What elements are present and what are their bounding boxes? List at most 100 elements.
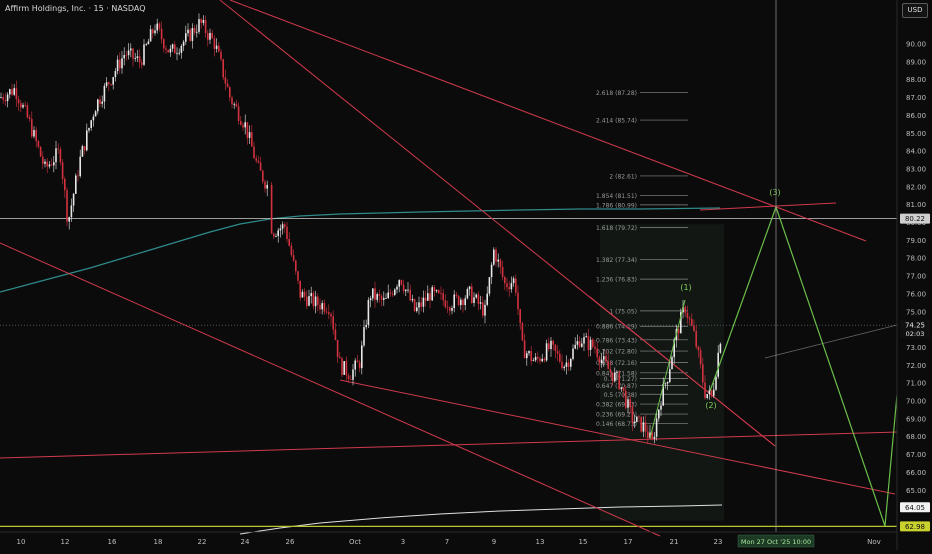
candle-body xyxy=(638,416,640,418)
candle-body xyxy=(620,387,623,390)
candle-body xyxy=(570,358,572,367)
candle-body xyxy=(220,51,222,60)
candle-body xyxy=(363,327,365,346)
x-tick-label: 10 xyxy=(17,538,26,546)
candle-body xyxy=(563,366,565,369)
currency-button[interactable]: USD xyxy=(902,3,928,18)
candle-body xyxy=(68,217,70,222)
candle-body xyxy=(607,361,609,369)
y-tick-label: 85.00 xyxy=(906,130,926,138)
candle-body xyxy=(90,120,92,128)
candle-body xyxy=(81,146,84,157)
candle-body xyxy=(339,357,341,359)
x-tick-label: 21 xyxy=(670,538,679,546)
candle-body xyxy=(44,161,46,164)
candle-body xyxy=(413,299,416,312)
candle-body xyxy=(407,289,409,291)
candle-body xyxy=(132,48,134,59)
candle-body xyxy=(493,249,495,265)
candle-body xyxy=(526,353,528,359)
candle-body xyxy=(37,141,40,147)
candle-body xyxy=(125,55,128,56)
candle-body xyxy=(127,50,130,56)
candle-body xyxy=(105,82,108,86)
candle-body xyxy=(504,277,506,284)
x-tick-label: 16 xyxy=(108,538,117,546)
candle-body xyxy=(11,89,13,95)
candle-body xyxy=(171,44,174,49)
candle-body xyxy=(559,353,561,362)
candle-body xyxy=(165,48,167,50)
candle-body xyxy=(704,382,706,398)
candle-body xyxy=(356,360,359,363)
candle-body xyxy=(64,178,66,191)
candle-body xyxy=(710,390,713,396)
candle-body xyxy=(625,390,627,408)
candle-body xyxy=(50,164,53,166)
candle-body xyxy=(240,120,242,125)
candle-body xyxy=(451,308,453,311)
candle-body xyxy=(664,383,667,385)
candle-body xyxy=(226,83,229,88)
candle-body xyxy=(389,292,392,294)
candle-body xyxy=(295,260,297,272)
candle-body xyxy=(167,49,169,53)
candle-body xyxy=(473,297,475,303)
candle-body xyxy=(548,343,550,350)
candle-body xyxy=(15,88,18,100)
candle-body xyxy=(429,293,431,301)
fib-level-label: 1.382 (77.34) xyxy=(596,257,637,264)
candle-body xyxy=(341,358,343,375)
candle-body xyxy=(204,20,207,34)
candle-body xyxy=(391,293,394,295)
candle-body xyxy=(215,45,218,49)
candle-body xyxy=(273,233,275,237)
candle-body xyxy=(224,77,227,84)
candle-body xyxy=(627,399,629,408)
candle-body xyxy=(174,44,176,54)
y-tick-label: 87.00 xyxy=(906,94,926,102)
candle-body xyxy=(59,149,62,163)
candle-body xyxy=(251,132,253,147)
candle-body xyxy=(647,431,649,439)
candle-body xyxy=(20,103,22,108)
candle-body xyxy=(284,224,286,227)
candle-body xyxy=(416,307,418,312)
candle-body xyxy=(495,249,497,262)
candle-body xyxy=(244,122,246,128)
y-tick-label: 71.00 xyxy=(906,380,926,388)
candle-body xyxy=(286,226,288,240)
fib-level-label: 0.236 (69.27) xyxy=(596,412,637,419)
price-chart[interactable]: 0.146 (68.73)0.236 (69.27)0.382 (69.83)0… xyxy=(0,0,932,550)
candle-body xyxy=(512,278,515,284)
candle-body xyxy=(479,302,482,304)
candle-body xyxy=(97,99,99,112)
candle-body xyxy=(57,148,59,150)
symbol-title[interactable]: Affirm Holdings, Inc. · 15 · NASDAQ xyxy=(5,4,146,13)
candle-body xyxy=(594,346,596,349)
candle-body xyxy=(119,59,121,69)
candle-body xyxy=(308,296,310,306)
candle-body xyxy=(145,44,147,46)
candle-body xyxy=(72,193,75,206)
wave-label: (3) xyxy=(769,188,780,197)
candle-body xyxy=(345,361,348,376)
candle-body xyxy=(279,228,282,231)
candle-body xyxy=(0,97,2,98)
candle-body xyxy=(200,19,202,23)
y-tick-label: 76.00 xyxy=(906,290,926,298)
x-tick-label: 9 xyxy=(492,538,496,546)
candle-body xyxy=(77,175,79,177)
fib-level-label: 0.841 (71.58) xyxy=(596,370,637,377)
candle-body xyxy=(521,323,524,341)
x-tick-label: Nov xyxy=(867,538,881,546)
candle-body xyxy=(130,48,132,51)
candle-body xyxy=(361,345,363,369)
candle-body xyxy=(372,288,374,299)
candle-body xyxy=(116,59,119,72)
y-tick-label: 82.00 xyxy=(906,183,926,191)
candle-body xyxy=(508,287,510,290)
candle-body xyxy=(53,162,55,166)
candle-body xyxy=(603,356,605,360)
candle-body xyxy=(660,405,662,410)
